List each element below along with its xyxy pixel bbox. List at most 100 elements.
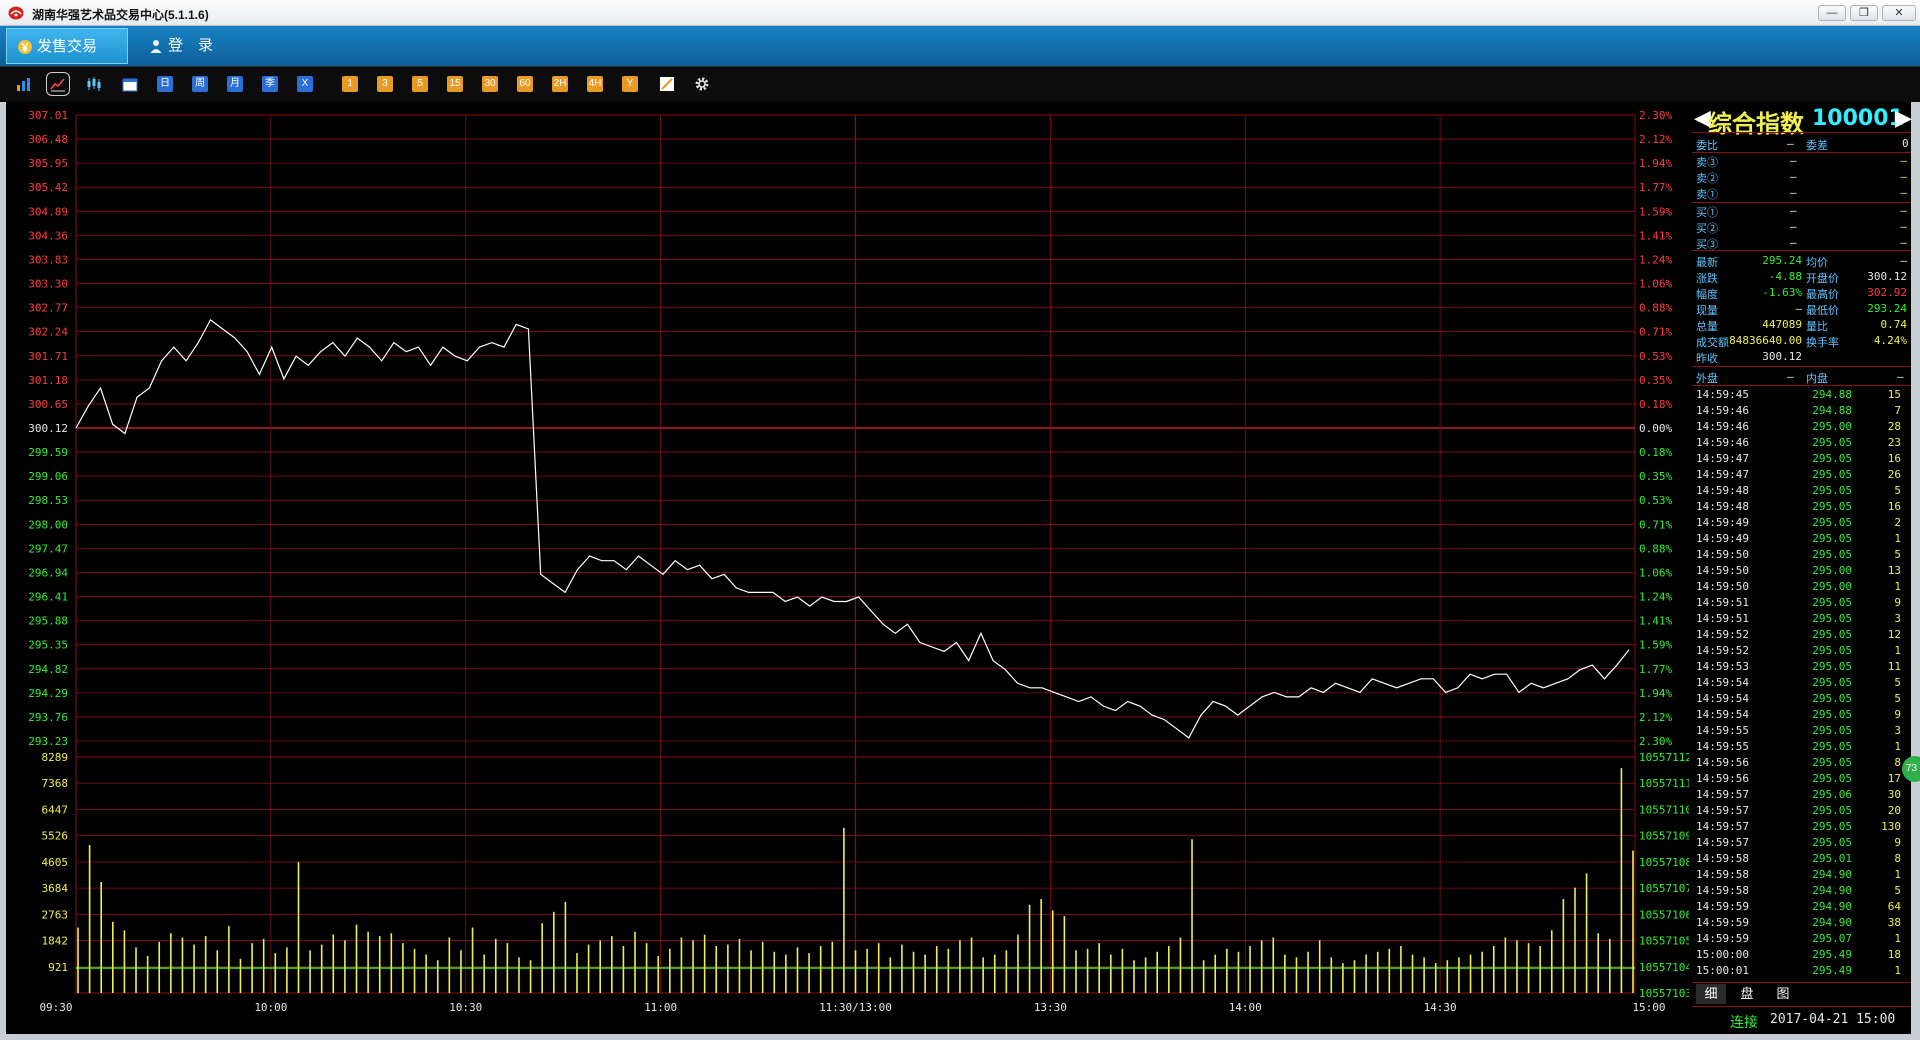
trade-price: 295.01 [1812,852,1852,865]
period-quarter-button[interactable]: 季 [262,76,278,92]
trade-time: 14:59:49 [1696,532,1749,545]
price-tick-label: 303.30 [28,278,68,291]
trade-volume: 28 [1887,420,1901,433]
stat-value: 84836640.00 [1729,334,1802,347]
price-tick-label: 300.12 [28,422,68,435]
sell-level-label: 卖② [1696,172,1718,185]
price-tick-label: 299.06 [28,470,68,483]
tab-trade[interactable]: 发售交易 [6,28,128,64]
trade-price: 295.05 [1812,740,1852,753]
trade-time: 14:59:57 [1696,836,1749,849]
candlestick-icon[interactable] [86,76,102,92]
time-tick-label: 14:30 [1424,1001,1457,1014]
trade-volume: 3 [1894,724,1901,737]
stat-label: 涨跌 [1696,272,1718,285]
price-tick-label: 305.42 [28,181,68,194]
hour-2-button[interactable]: 2H [552,76,568,92]
trade-time: 14:59:55 [1696,740,1749,753]
minute-1-button[interactable]: 1 [342,76,358,92]
pct-tick-label: 0.71% [1639,326,1672,339]
stat-label: 最高价 [1806,288,1839,301]
trade-volume: 5 [1894,548,1901,561]
period-month-button[interactable]: 月 [227,76,243,92]
intraday-chart[interactable]: 307.01 2.30% 306.48 2.12% 305.95 1.94% 305.42 1… [6,102,1689,1034]
maximize-button[interactable]: ❐ [1850,5,1878,21]
stat-label: 最低价 [1806,304,1839,317]
calendar-icon[interactable] [122,76,138,92]
pct-tick-label: 1.06% [1639,566,1672,579]
volume-right-tick-label: 10557106 [1639,908,1689,921]
trade-volume: 8 [1894,756,1901,769]
volume-tick-label: 2763 [42,908,69,921]
trade-volume: 3 [1894,612,1901,625]
trade-volume: 7 [1894,404,1901,417]
trade-volume: 2 [1894,516,1901,529]
trade-volume: 9 [1894,596,1901,609]
volume-tick-label: 4605 [42,856,69,869]
buy-level-volume: — [1900,236,1907,249]
chart-grid [75,114,1636,994]
status-datetime: 2017-04-21 15:00 [1770,1012,1896,1027]
pct-tick-label: 1.41% [1639,229,1672,242]
pct-tick-label: 2.12% [1639,133,1672,146]
trade-price: 294.88 [1812,388,1852,401]
stat-value: 300.12 [1762,350,1802,363]
hour-4-button[interactable]: 4H [587,76,603,92]
inner-value: — [1897,370,1904,383]
minute-15-button[interactable]: 15 [447,76,463,92]
trade-time: 14:59:56 [1696,756,1749,769]
connection-status[interactable]: 连接 [1730,1012,1758,1032]
trade-time: 14:59:48 [1696,500,1749,513]
period-day-button[interactable]: 日 [157,76,173,92]
trade-volume: 13 [1887,564,1901,577]
trade-time: 14:59:47 [1696,468,1749,481]
tab-detail[interactable]: 细 [1696,984,1726,1004]
tab-depth[interactable]: 盘 [1732,984,1762,1004]
trade-volume: 130 [1881,820,1901,833]
trade-time: 14:59:52 [1696,644,1749,657]
minute-5-button[interactable]: 5 [412,76,428,92]
price-tick-label: 301.71 [28,350,68,363]
trade-volume: 26 [1887,468,1901,481]
trade-time: 14:59:50 [1696,580,1749,593]
trade-volume: 1 [1894,932,1901,945]
trade-volume: 1 [1894,644,1901,657]
trade-time: 14:59:46 [1696,420,1749,433]
line-chart-icon[interactable] [46,72,70,96]
trade-time: 14:59:54 [1696,708,1749,721]
quote-panel: ◀ 综合指数 100001 ▶ 委比 — 委差 0 卖③ — — 卖② — — 卖① — — 买①… [1692,102,1912,1034]
draw-tool-icon[interactable] [659,76,675,92]
stat-value: 4.24% [1873,334,1907,347]
volume-right-tick-label: 10557112 [1639,751,1689,764]
trade-price: 295.49 [1812,948,1852,961]
volume-right-tick-label: 10557103 [1639,987,1689,1000]
minute-30-button[interactable]: 30 [482,76,498,92]
bar-chart-icon[interactable] [16,76,32,92]
year-button[interactable]: Y [622,76,638,92]
time-tick-label: 10:30 [449,1001,482,1014]
minute-60-button[interactable]: 60 [517,76,533,92]
tab-graph[interactable]: 图 [1768,984,1798,1004]
trade-volume: 38 [1887,916,1901,929]
close-button[interactable]: ✕ [1882,5,1916,21]
minute-3-button[interactable]: 3 [377,76,393,92]
period-x-button[interactable]: X [297,76,313,92]
trade-volume: 1 [1894,532,1901,545]
stat-label: 均价 [1806,256,1828,269]
minimize-button[interactable]: — [1818,5,1846,21]
tab-login[interactable]: 登 录 [138,28,238,64]
trade-time: 14:59:59 [1696,900,1749,913]
pct-tick-label: 2.30% [1639,735,1672,748]
volume-right-tick-label: 10557105 [1639,935,1689,948]
trade-price: 295.05 [1812,532,1852,545]
next-symbol-arrow-icon[interactable]: ▶ [1895,106,1912,131]
trade-time: 14:59:53 [1696,660,1749,673]
gear-icon[interactable] [694,76,710,92]
period-week-button[interactable]: 周 [192,76,208,92]
price-tick-label: 305.95 [28,157,68,170]
volume-tick-label: 8289 [42,751,69,764]
sell-level-price: — [1790,154,1797,167]
trade-time: 14:59:57 [1696,820,1749,833]
trade-time: 15:00:00 [1696,948,1749,961]
volume-right-tick-label: 10557107 [1639,882,1689,895]
